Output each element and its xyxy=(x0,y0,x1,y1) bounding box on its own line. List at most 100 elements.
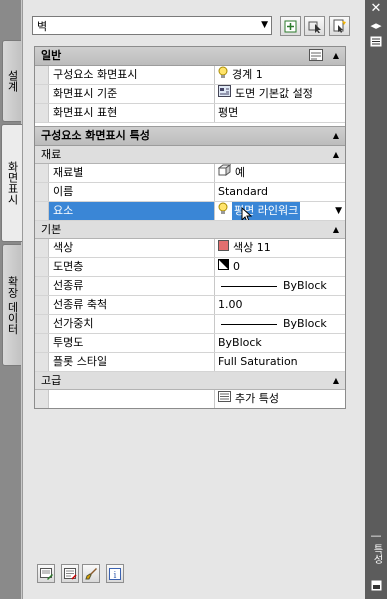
property-name: 도면층 xyxy=(49,258,215,276)
display-props-button[interactable] xyxy=(61,564,79,583)
property-name: 색상 xyxy=(49,239,215,257)
property-name: 이름 xyxy=(49,183,215,201)
property-value[interactable]: 0 xyxy=(215,258,345,276)
svg-text:i: i xyxy=(114,571,117,580)
property-value-text: ByBlock xyxy=(283,279,327,292)
property-name: 요소 xyxy=(49,202,215,220)
pickadd-icon xyxy=(284,20,297,32)
collapse-icon[interactable]: ▲ xyxy=(333,221,339,238)
property-grid: 일반 ▲ 구성요소 화면표시 경계 1 화면표시 기준 도면 기본값 설정 화면… xyxy=(34,46,346,409)
property-value-text: 경계 1 xyxy=(232,68,263,81)
property-name: 화면표시 표현 xyxy=(49,104,215,122)
toolbar: 벽 ▼ xyxy=(23,0,366,44)
property-name: 플롯 스타일 xyxy=(49,353,215,371)
display-props-icon xyxy=(63,567,77,580)
property-value[interactable]: 색상 11 xyxy=(215,239,345,257)
property-row[interactable]: 선종류 ByBlock xyxy=(35,277,345,296)
lightbulb-icon xyxy=(218,66,228,84)
section-basic-title: 기본 xyxy=(41,223,62,236)
property-name: 선종류 축척 xyxy=(49,296,215,314)
property-row[interactable]: 추가 특성 xyxy=(35,390,345,408)
properties-palette: 설계 화면표시 확장 데이터 벽 ▼ 일반 ▲ 구성요소 화면표시 경계 1 화… xyxy=(0,0,387,599)
section-display-props-title: 구성요소 화면표시 특성 xyxy=(41,129,150,142)
component-dropdown[interactable]: 평면 라인워크 ▼ xyxy=(215,202,345,220)
object-type-value: 벽 xyxy=(37,19,48,33)
section-material-title: 재료 xyxy=(41,148,62,161)
match-properties-button[interactable] xyxy=(82,564,100,583)
property-value[interactable]: Standard xyxy=(215,183,345,201)
property-row[interactable]: 재료별 예 xyxy=(35,164,345,183)
lineweight-preview xyxy=(221,323,277,325)
divider-icon: — xyxy=(370,529,382,542)
property-value-text: 도면 기본값 설정 xyxy=(235,87,313,100)
property-value[interactable]: 도면 기본값 설정 xyxy=(215,85,345,103)
property-value-text: Full Saturation xyxy=(218,355,298,368)
additional-properties-button[interactable]: 추가 특성 xyxy=(215,390,345,408)
object-type-dropdown[interactable]: 벽 ▼ xyxy=(32,16,272,35)
property-row[interactable]: 선가중치 ByBlock xyxy=(35,315,345,334)
property-row-selected[interactable]: 요소 평면 라인워크 ▼ xyxy=(35,202,345,221)
section-display-props-header[interactable]: 구성요소 화면표시 특성 ▲ xyxy=(35,126,345,146)
section-basic-header[interactable]: 기본 ▲ xyxy=(35,221,345,239)
property-row[interactable]: 화면표시 표현 평면 xyxy=(35,104,345,123)
edit-style-icon xyxy=(39,567,53,580)
section-advanced-title: 고급 xyxy=(41,374,62,387)
property-value-text: ByBlock xyxy=(283,317,327,330)
property-value[interactable]: ByBlock xyxy=(215,315,345,333)
properties-menu-icon[interactable] xyxy=(365,36,387,50)
section-advanced-header[interactable]: 고급 ▲ xyxy=(35,372,345,390)
paintbrush-icon xyxy=(84,568,97,580)
select-objects-icon xyxy=(308,21,321,33)
property-name: 선종류 xyxy=(49,277,215,295)
material-box-icon xyxy=(217,164,232,182)
properties-content: 벽 ▼ 일반 ▲ 구성요소 화면표시 경계 1 화면표시 기준 도면 기본값 설… xyxy=(22,0,366,599)
property-row[interactable]: 색상 색상 11 xyxy=(35,239,345,258)
section-material-header[interactable]: 재료 ▲ xyxy=(35,146,345,164)
property-name xyxy=(49,390,215,408)
section-general-header[interactable]: 일반 ▲ xyxy=(35,47,345,66)
property-row[interactable]: 화면표시 기준 도면 기본값 설정 xyxy=(35,85,345,104)
property-value[interactable]: 1.00 xyxy=(215,296,345,314)
property-row[interactable]: 도면층 0 xyxy=(35,258,345,277)
chevron-down-icon[interactable]: ▼ xyxy=(335,202,342,220)
property-value[interactable]: 경계 1 xyxy=(215,66,345,84)
property-row[interactable]: 플롯 스타일 Full Saturation xyxy=(35,353,345,372)
property-row[interactable]: 선종류 축척 1.00 xyxy=(35,296,345,315)
auto-hide-icon[interactable]: ◂▸ xyxy=(365,20,387,32)
property-row[interactable]: 구성요소 화면표시 경계 1 xyxy=(35,66,345,85)
property-row[interactable]: 이름 Standard xyxy=(35,183,345,202)
quick-select-button[interactable] xyxy=(329,16,350,36)
property-value[interactable]: 평면 xyxy=(215,104,345,122)
layer-icon xyxy=(218,258,229,276)
info-button[interactable]: i xyxy=(106,564,124,583)
toggle-pickadd-button[interactable] xyxy=(280,16,301,36)
drawing-default-icon xyxy=(218,85,231,103)
property-value[interactable]: ByBlock xyxy=(215,277,345,295)
collapse-icon[interactable]: ▲ xyxy=(333,47,339,65)
additional-properties-icon xyxy=(218,390,231,408)
tab-display-label: 화면표시 xyxy=(6,161,19,205)
tab-design[interactable]: 설계 xyxy=(2,40,21,122)
select-objects-button[interactable] xyxy=(304,16,325,36)
edit-style-button[interactable] xyxy=(37,564,55,583)
collapse-icon[interactable]: ▲ xyxy=(333,127,339,145)
palette-corner-icon[interactable] xyxy=(365,580,387,594)
property-value[interactable]: 예 xyxy=(215,164,345,182)
tab-display[interactable]: 화면표시 xyxy=(1,124,22,242)
chevron-down-icon: ▼ xyxy=(261,20,268,30)
quick-properties-icon[interactable] xyxy=(309,49,323,67)
property-row[interactable]: 투명도 ByBlock xyxy=(35,334,345,353)
property-value[interactable]: Full Saturation xyxy=(215,353,345,371)
property-value-text: 0 xyxy=(233,260,240,273)
palette-title: 특성 xyxy=(371,544,382,564)
close-icon[interactable]: ✕ xyxy=(365,2,387,15)
property-value-text: 추가 특성 xyxy=(235,392,279,405)
property-value[interactable]: ByBlock xyxy=(215,334,345,352)
collapse-icon[interactable]: ▲ xyxy=(333,146,339,163)
tab-extended-data[interactable]: 확장 데이터 xyxy=(2,244,21,366)
property-name: 재료별 xyxy=(49,164,215,182)
quick-select-icon xyxy=(333,19,346,33)
tab-extended-data-label: 확장 데이터 xyxy=(6,275,19,335)
linetype-preview xyxy=(221,285,277,287)
collapse-icon[interactable]: ▲ xyxy=(333,372,339,389)
